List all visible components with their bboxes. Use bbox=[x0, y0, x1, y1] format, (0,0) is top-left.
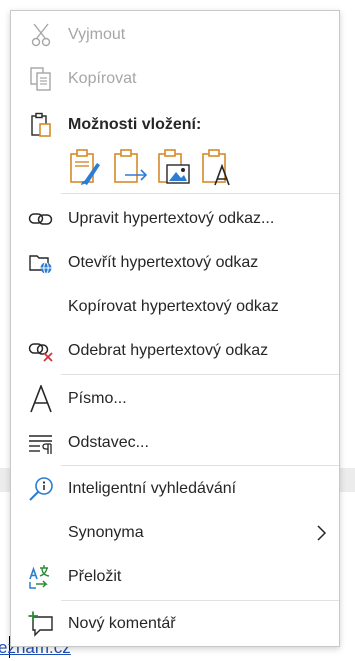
search-info-icon bbox=[27, 475, 55, 503]
paste-picture-icon[interactable] bbox=[157, 149, 193, 189]
link-icon bbox=[27, 205, 55, 233]
separator bbox=[61, 193, 339, 194]
paragraph-icon bbox=[27, 429, 55, 457]
new-comment-label: Nový komentář bbox=[68, 615, 176, 632]
context-menu: Vyjmout Kopírovat Možnosti vložení: Upra… bbox=[10, 10, 340, 647]
scissors-icon bbox=[27, 21, 55, 49]
edit-hyperlink-label: Upravit hypertextový odkaz... bbox=[68, 210, 275, 227]
cut-label: Vyjmout bbox=[68, 26, 126, 43]
font-menu-item[interactable]: Písmo... bbox=[11, 377, 339, 421]
paste-options-label: Možnosti vložení: bbox=[68, 116, 202, 133]
separator bbox=[61, 374, 339, 375]
paste-text-only-icon[interactable] bbox=[201, 149, 237, 189]
remove-hyperlink-label: Odebrat hypertextový odkaz bbox=[68, 342, 269, 359]
paste-keep-formatting-icon[interactable] bbox=[69, 149, 105, 189]
smart-lookup-menu-item[interactable]: Inteligentní vyhledávání bbox=[11, 467, 339, 511]
clipboard-icon bbox=[27, 111, 55, 139]
copy-icon bbox=[27, 65, 55, 93]
translate-label: Přeložit bbox=[68, 568, 122, 585]
separator bbox=[61, 600, 339, 601]
new-comment-menu-item[interactable]: Nový komentář bbox=[11, 602, 339, 646]
smart-lookup-label: Inteligentní vyhledávání bbox=[68, 480, 237, 497]
paragraph-menu-item[interactable]: Odstavec... bbox=[11, 421, 339, 465]
remove-hyperlink-menu-item[interactable]: Odebrat hypertextový odkaz bbox=[11, 329, 339, 373]
font-label: Písmo... bbox=[68, 390, 127, 407]
separator bbox=[61, 465, 339, 466]
cut-menu-item[interactable]: Vyjmout bbox=[11, 13, 339, 57]
paragraph-label: Odstavec... bbox=[68, 434, 149, 451]
edit-hyperlink-menu-item[interactable]: Upravit hypertextový odkaz... bbox=[11, 197, 339, 241]
copy-hyperlink-label: Kopírovat hypertextový odkaz bbox=[68, 298, 279, 315]
copy-hyperlink-menu-item[interactable]: Kopírovat hypertextový odkaz bbox=[11, 285, 339, 329]
synonyms-menu-item[interactable]: Synonyma bbox=[11, 511, 339, 555]
translate-icon bbox=[27, 563, 55, 591]
synonyms-label: Synonyma bbox=[68, 524, 144, 541]
open-hyperlink-menu-item[interactable]: Otevřít hypertextový odkaz bbox=[11, 241, 339, 285]
paste-options-header: Možnosti vložení: bbox=[11, 103, 339, 147]
open-hyperlink-label: Otevřít hypertextový odkaz bbox=[68, 254, 259, 271]
copy-menu-item[interactable]: Kopírovat bbox=[11, 57, 339, 101]
link-remove-icon bbox=[27, 337, 55, 365]
folder-globe-icon bbox=[27, 249, 55, 277]
paste-options-row bbox=[69, 149, 309, 191]
comment-add-icon bbox=[27, 610, 55, 638]
font-icon bbox=[27, 385, 55, 413]
chevron-right-icon bbox=[315, 525, 327, 541]
translate-menu-item[interactable]: Přeložit bbox=[11, 555, 339, 599]
copy-label: Kopírovat bbox=[68, 70, 137, 87]
paste-merge-formatting-icon[interactable] bbox=[113, 149, 149, 189]
